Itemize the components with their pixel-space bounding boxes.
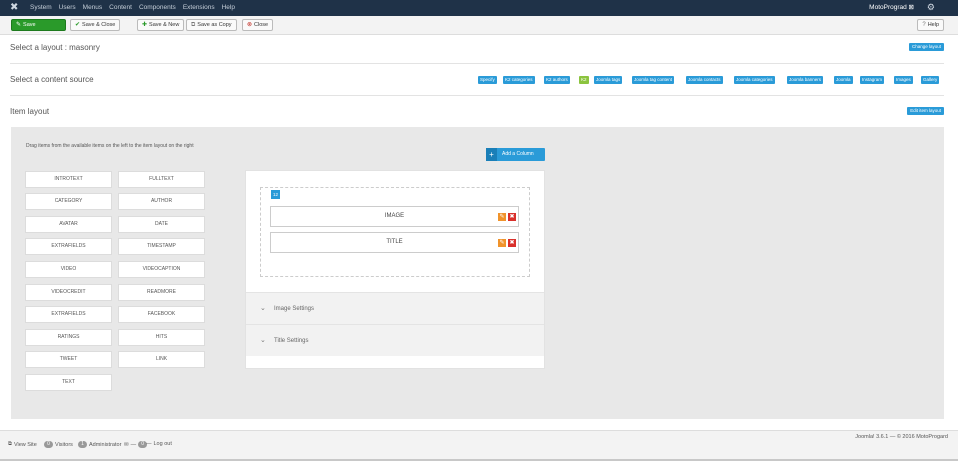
field-readmore[interactable]: READMORE	[118, 284, 205, 301]
save-icon: ✎	[16, 22, 22, 28]
logout-link[interactable]: — Log out	[146, 441, 172, 447]
menu-components[interactable]: Components	[139, 4, 176, 12]
field-avatar[interactable]: AVATAR	[25, 216, 112, 233]
chevron-down-icon: ⌄	[260, 305, 266, 312]
field-videocaption[interactable]: VIDEOCAPTION	[118, 261, 205, 278]
admin-topbar: ✖ System Users Menus Content Components …	[0, 0, 958, 16]
field-tweet[interactable]: TWEET	[25, 351, 112, 368]
field-fulltext[interactable]: FULLTEXT	[118, 171, 205, 188]
field-link[interactable]: LINK	[118, 351, 205, 368]
source-joomla[interactable]: Joomla	[834, 76, 853, 84]
field-video[interactable]: VIDEO	[25, 261, 112, 278]
source-k2[interactable]: K2	[579, 76, 589, 84]
envelope-icon: ✉	[124, 441, 129, 448]
admins-count: 1	[78, 441, 87, 448]
menu-content[interactable]: Content	[109, 4, 132, 12]
minus-icon: —	[146, 441, 152, 447]
menu-system[interactable]: System	[30, 4, 52, 12]
save-close-button[interactable]: ✔ Save & Close	[70, 19, 121, 31]
add-column-button[interactable]: + Add a Column	[486, 148, 545, 161]
column-width-badge[interactable]: 12	[271, 190, 280, 199]
source-joomla-categories[interactable]: Joomla categories	[734, 76, 775, 84]
edit-icon[interactable]: ✎	[498, 213, 506, 221]
save-new-button[interactable]: ✚ Save & New	[137, 19, 185, 31]
field-author[interactable]: AUTHOR	[118, 193, 205, 210]
external-link-icon: ⧉	[8, 441, 12, 447]
layout-item-image[interactable]: IMAGE ✎ ✖	[270, 206, 519, 227]
divider	[10, 63, 944, 64]
menu-users[interactable]: Users	[59, 4, 76, 12]
help-icon: ?	[922, 22, 926, 28]
edit-item-layout-button[interactable]: Edit item layout	[907, 107, 944, 115]
field-introtext[interactable]: INTROTEXT	[25, 171, 112, 188]
chevron-down-icon: ⌄	[260, 337, 266, 344]
field-date[interactable]: DATE	[118, 216, 205, 233]
menu-extensions[interactable]: Extensions	[183, 4, 215, 12]
source-images[interactable]: Images	[894, 76, 913, 84]
visitors-status[interactable]: 0 Visitors	[44, 441, 73, 448]
source-joomla-contacts[interactable]: Joomla contacts	[686, 76, 723, 84]
dash-icon: —	[130, 441, 137, 448]
item-layout-label: Item layout	[10, 107, 50, 116]
source-k2-authors[interactable]: K2 authors	[544, 76, 570, 84]
visitors-count: 0	[44, 441, 53, 448]
admins-status[interactable]: 1 Administrator	[78, 441, 121, 448]
delete-icon[interactable]: ✖	[508, 213, 516, 221]
source-k2-categories[interactable]: K2 categories	[503, 76, 535, 84]
layout-item-title[interactable]: TITLE ✎ ✖	[270, 232, 519, 253]
field-category[interactable]: CATEGORY	[25, 193, 112, 210]
check-icon: ✔	[75, 22, 81, 28]
help-button[interactable]: ? Help	[917, 19, 944, 31]
field-extrafields-2[interactable]: EXTRAFIELDS	[25, 306, 112, 323]
field-videocredit[interactable]: VIDEOCREDIT	[25, 284, 112, 301]
toolbar: ✎ Save ✔ Save & Close ✚ Save & New ⧉ Save as…	[0, 16, 958, 35]
view-site-link[interactable]: ⧉ View Site	[8, 441, 37, 448]
layout-label: Select a layout : masonry	[10, 43, 100, 52]
gear-icon[interactable]: ⚙	[927, 2, 935, 13]
source-instagram[interactable]: Instagram	[860, 76, 885, 84]
main-menu: System Users Menus Content Components Ex…	[30, 4, 235, 12]
field-ratings[interactable]: RATINGS	[25, 329, 112, 346]
source-joomla-banners[interactable]: Joomla banners	[787, 76, 824, 84]
field-timestamp[interactable]: TIMESTAMP	[118, 238, 205, 255]
save-button[interactable]: ✎ Save	[11, 19, 66, 31]
plus-icon: +	[486, 148, 497, 161]
change-layout-button[interactable]: Change layout	[908, 43, 944, 51]
source-gallery[interactable]: Gallery	[921, 76, 940, 84]
source-joomla-tags[interactable]: Joomla tags	[594, 76, 623, 84]
messages-status[interactable]: ✉ —0	[124, 441, 148, 448]
edit-icon[interactable]: ✎	[498, 239, 506, 247]
status-bar: ⧉ View Site 0 Visitors 1 Administrator ✉ —0 …	[0, 430, 958, 461]
source-joomla-tag-content[interactable]: Joomla tag content	[632, 76, 675, 84]
close-icon: ⊗	[247, 22, 253, 28]
field-extrafields[interactable]: EXTRAFIELDS	[25, 238, 112, 255]
menu-menus[interactable]: Menus	[83, 4, 103, 12]
footer-credit: Joomla! 3.6.1 — © 2016 MotoProgard	[855, 434, 948, 440]
divider	[10, 95, 944, 96]
menu-help[interactable]: Help	[222, 4, 235, 12]
joomla-logo-icon[interactable]: ✖	[10, 2, 18, 14]
title-settings-toggle[interactable]: ⌄ Title Settings	[246, 324, 544, 356]
image-settings-toggle[interactable]: ⌄ Image Settings	[246, 292, 544, 324]
field-hits[interactable]: HITS	[118, 329, 205, 346]
field-facebook[interactable]: FACEBOOK	[118, 306, 205, 323]
user-menu[interactable]: MotoPrograd ⊠	[869, 4, 914, 12]
field-text[interactable]: TEXT	[25, 374, 112, 391]
copy-icon: ⧉	[191, 22, 196, 28]
builder-hint: Drag items from the available items on t…	[26, 143, 194, 149]
source-specify[interactable]: Specify	[478, 76, 497, 84]
close-button[interactable]: ⊗ Close	[242, 19, 274, 31]
save-copy-button[interactable]: ⧉ Save as Copy	[186, 19, 237, 31]
plus-icon: ✚	[142, 22, 148, 28]
delete-icon[interactable]: ✖	[508, 239, 516, 247]
